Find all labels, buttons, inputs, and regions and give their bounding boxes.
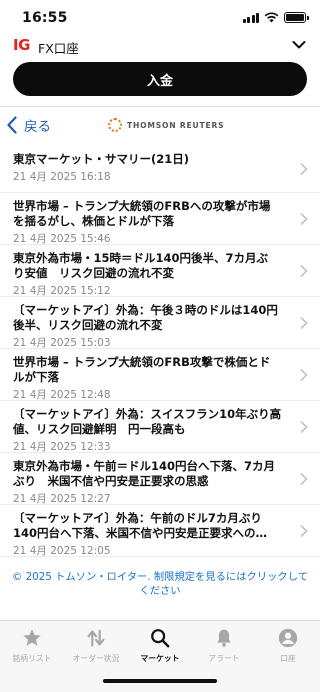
news-title-line: ルが下落 xyxy=(13,370,59,384)
news-title-line: 〔マーケットアイ〕外為：スイスフラン10年ぶり高 xyxy=(13,407,282,421)
tab-account[interactable]: 口座 xyxy=(256,627,320,671)
news-title-line: 〔マーケットアイ〕外為：午後３時のドルは140円 xyxy=(13,303,278,317)
reuters-dots-icon xyxy=(108,118,122,132)
tab-orders[interactable]: オーダー状況 xyxy=(64,627,128,671)
chevron-right-icon xyxy=(300,368,308,381)
news-item[interactable]: 〔マーケットアイ〕外為：午後３時のドルは140円 後半、リスク回避の流れ不変 2… xyxy=(0,297,320,349)
news-date: 21 4月 2025 12:27 xyxy=(13,493,111,505)
person-icon xyxy=(278,628,298,648)
news-title-line: 東京マーケット・サマリー(21日) xyxy=(13,152,190,166)
news-date: 21 4月 2025 12:05 xyxy=(13,545,111,557)
news-item[interactable]: 〔マーケットアイ〕外為：スイスフラン10年ぶり高 値、リスク回避鮮明 円一段高も… xyxy=(0,401,320,453)
tab-market[interactable]: マーケット xyxy=(128,627,192,671)
news-date: 21 4月 2025 15:46 xyxy=(13,233,111,245)
news-title-line: 値、リスク回避鮮明 円一段高も xyxy=(13,422,186,436)
chevron-right-icon xyxy=(300,524,308,537)
transfer-arrows-icon xyxy=(87,629,105,647)
news-title-line: 140円台へ下落、米国不信や円安是正要求への… xyxy=(13,526,268,540)
bell-icon xyxy=(217,629,231,647)
news-item[interactable]: 東京マーケット・サマリー(21日) 21 4月 2025 16:18 xyxy=(0,146,320,193)
chevron-left-icon xyxy=(7,116,17,134)
news-list: 東京マーケット・サマリー(21日) 21 4月 2025 16:18 世界市場 … xyxy=(0,146,320,557)
thomson-reuters-logo: THOMSON REUTERS xyxy=(108,118,224,132)
news-item[interactable]: 東京外為市場・午前＝ドル140円台へ下落、7カ月 ぶり 米国不信や円安是正要求の… xyxy=(0,453,320,505)
tab-alerts[interactable]: アラート xyxy=(192,627,256,671)
news-title-line: を揺るがし、株価とドルが下落 xyxy=(13,214,174,228)
status-icons xyxy=(242,12,309,23)
news-date: 21 4月 2025 15:12 xyxy=(13,285,111,297)
tab-watchlist[interactable]: 銘柄リスト xyxy=(0,627,64,671)
news-date: 21 4月 2025 12:33 xyxy=(13,441,111,453)
tab-label: 口座 xyxy=(280,654,296,663)
news-date: 21 4月 2025 12:48 xyxy=(13,389,111,401)
search-icon xyxy=(151,629,170,648)
chevron-right-icon xyxy=(300,212,308,225)
news-title-line: 世界市場 – トランプ大統領のFRBへの攻撃が市場 xyxy=(13,199,271,213)
news-item[interactable]: 世界市場 – トランプ大統領のFRB攻撃で株価とド ルが下落 21 4月 202… xyxy=(0,349,320,401)
chevron-right-icon xyxy=(300,264,308,277)
news-title-line: 〔マーケットアイ〕外為：午前のドル7カ月ぶり xyxy=(13,511,262,525)
news-item[interactable]: 東京外為市場・15時＝ドル140円後半、7カ月ぶ り安値 リスク回避の流れ不変 … xyxy=(0,245,320,297)
back-label: 戻る xyxy=(24,119,51,135)
news-title-line: 後半、リスク回避の流れ不変 xyxy=(13,318,163,332)
cellular-signal-icon xyxy=(242,12,259,23)
deposit-button[interactable]: 入金 xyxy=(13,62,307,96)
news-title-line: 東京外為市場・15時＝ドル140円後半、7カ月ぶ xyxy=(13,251,269,265)
news-nav-row: 戻る THOMSON REUTERS xyxy=(0,107,320,143)
home-indicator xyxy=(103,679,217,683)
account-name: FX口座 xyxy=(38,41,79,56)
chevron-right-icon xyxy=(300,163,308,175)
news-title-line: り安値 リスク回避の流れ不変 xyxy=(13,266,174,280)
chevron-right-icon xyxy=(300,472,308,485)
star-icon xyxy=(23,629,41,646)
chevron-right-icon xyxy=(300,420,308,433)
tab-label: オーダー状況 xyxy=(72,654,120,663)
tab-label: アラート xyxy=(208,654,240,663)
chevron-down-icon[interactable] xyxy=(292,40,306,50)
tab-label: マーケット xyxy=(140,654,180,663)
news-title-line: 東京外為市場・午前＝ドル140円台へ下落、7カ月 xyxy=(13,459,276,473)
status-bar: 16:55 xyxy=(0,0,320,34)
ig-logo: IG xyxy=(13,36,30,54)
news-date: 21 4月 2025 16:18 xyxy=(13,171,111,183)
wifi-icon xyxy=(264,12,279,23)
status-time: 16:55 xyxy=(22,10,68,26)
news-title-line: ぶり 米国不信や円安是正要求の思惑 xyxy=(13,474,209,488)
chevron-right-icon xyxy=(300,316,308,329)
account-selector[interactable]: IG FX口座 xyxy=(0,34,320,60)
provider-logo-text: THOMSON REUTERS xyxy=(127,120,225,130)
news-title-line: 世界市場 – トランプ大統領のFRB攻撃で株価とド xyxy=(13,355,271,369)
news-date: 21 4月 2025 15:03 xyxy=(13,337,111,349)
tab-label: 銘柄リスト xyxy=(12,654,52,663)
battery-icon xyxy=(284,12,309,23)
copyright-link[interactable]: © 2025 トムソン・ロイター. 制限規定を見るにはクリックしてください xyxy=(8,570,312,598)
back-button[interactable]: 戻る xyxy=(6,115,51,135)
news-item[interactable]: 〔マーケットアイ〕外為：午前のドル7カ月ぶり 140円台へ下落、米国不信や円安是… xyxy=(0,505,320,557)
news-item[interactable]: 世界市場 – トランプ大統領のFRBへの攻撃が市場 を揺るがし、株価とドルが下落… xyxy=(0,193,320,245)
